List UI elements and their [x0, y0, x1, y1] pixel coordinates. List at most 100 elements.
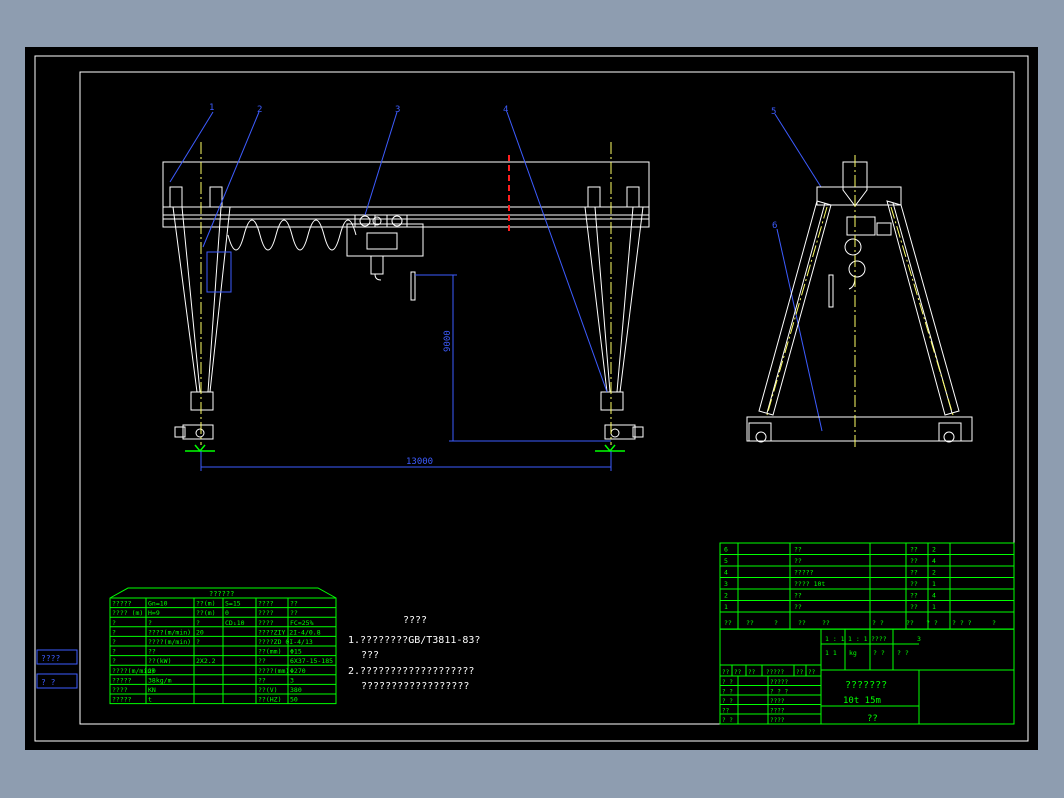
params-cell: S=15	[225, 600, 241, 608]
notes-heading: ????	[403, 615, 427, 626]
parts-cell: 4	[724, 569, 728, 577]
technical-notes: ???? 1.????????GB/T3811-83? ??? 2.??????…	[348, 615, 480, 692]
sign-header-cell: ??	[722, 669, 730, 676]
sign-header-cell: ??	[734, 669, 742, 676]
parts-cell: 4	[932, 592, 936, 600]
sign-header-cell: ??	[796, 669, 804, 676]
parts-cell: 6	[724, 546, 728, 554]
front-elevation	[162, 161, 650, 440]
drawing-spec: 10t 15m	[843, 696, 881, 706]
params-cell: ????ZIY 2I-4/0.8	[258, 628, 321, 636]
title-row2-cell: kg	[849, 649, 857, 657]
parts-header-cell: ??	[798, 619, 806, 627]
params-cell: 20	[148, 667, 156, 675]
params-cell: ?	[148, 619, 152, 627]
params-cell: ?	[196, 638, 200, 646]
sign-header-cell: ??	[808, 669, 816, 676]
params-cell: 6X37-15-185	[290, 657, 333, 665]
height-dimension-label: 9000	[443, 330, 453, 352]
sign-cell: ? ? ?	[770, 689, 788, 696]
params-cell: ?????	[112, 676, 132, 684]
notes-line-1: 1.????????GB/T3811-83?	[348, 635, 480, 646]
params-cell: 0	[225, 609, 229, 617]
sign-cell: ? ?	[722, 717, 733, 724]
params-cell: t	[148, 696, 152, 704]
sign-cell: ?????	[770, 679, 788, 686]
sign-cell: ??	[722, 708, 730, 715]
params-cell: 20	[196, 628, 204, 636]
sign-cell: ? ?	[722, 679, 733, 686]
params-cell: ?????	[112, 696, 132, 704]
params-cell: ??	[148, 648, 156, 656]
params-cell: ???? (m)	[112, 609, 143, 617]
parts-cell: 2	[724, 592, 728, 600]
parts-cell: ??	[910, 569, 918, 577]
cad-drawing: 13000 9000 1 2 3 4 5 6 ???? 1.????????GB…	[34, 55, 1029, 742]
sign-cell: ????	[770, 717, 785, 724]
sign-cell: ? ?	[722, 689, 733, 696]
params-cell: ??(mm)	[258, 648, 281, 656]
balloon-4: 4	[503, 105, 508, 115]
parts-list-table: 6???? 2 5???? 4 4??????? 2 3 ???? 10t?? 1 2???? 4 1…	[719, 542, 1015, 630]
side-tag-2: ? ?	[41, 678, 56, 687]
parts-header-cell: ? ?	[872, 619, 884, 627]
params-table-title: ??????	[209, 590, 234, 598]
params-cell: ????	[112, 686, 128, 694]
params-cell: Φ270	[290, 667, 306, 675]
parts-header-cell: ??	[724, 619, 732, 627]
title-row2-cell: ? ?	[897, 649, 909, 657]
params-cell: FC=25%	[290, 619, 314, 627]
params-cell: ????	[258, 600, 274, 608]
front-centre-lines	[200, 142, 612, 447]
parts-header-cell: ??	[822, 619, 830, 627]
params-cell: CD₁10	[225, 619, 245, 627]
parameters-table: ??????????? Gn=10 ??(m) S=15?????????? (m) H…	[109, 587, 337, 705]
parts-header-cell: ?	[992, 619, 996, 627]
parts-cell: 2	[932, 546, 936, 554]
title-row2-cell: ? ?	[873, 649, 885, 657]
params-cell: ????	[258, 619, 274, 627]
balloon-1: 1	[209, 103, 214, 113]
parts-cell: ??	[910, 603, 918, 611]
sign-cell: ????	[770, 698, 785, 705]
scale-cell: 1 : 1	[825, 635, 845, 643]
dimensions	[200, 274, 612, 471]
params-cell: ??	[290, 609, 298, 617]
parts-header-cell: ??	[746, 619, 754, 627]
params-cell: ??	[258, 676, 266, 684]
params-cell: ????(m/min)	[148, 628, 191, 636]
parts-cell: ?????	[794, 569, 814, 577]
params-cell: ?	[112, 648, 116, 656]
params-cell: 50	[290, 696, 298, 704]
params-cell: ????(mm)	[258, 667, 289, 675]
params-cell: Gn=10	[148, 600, 168, 608]
scale-cell: 3	[917, 635, 921, 643]
parts-header-cell: ? ? ?	[952, 619, 972, 627]
sign-cell: ? ?	[722, 698, 733, 705]
params-cell: ??(kW)	[148, 657, 171, 665]
sign-header-cell: ??	[748, 669, 756, 676]
params-cell: ????ZD 0I-4/13	[258, 638, 313, 646]
drawing-viewport[interactable]: 13000 9000 1 2 3 4 5 6 ???? 1.????????GB…	[25, 47, 1038, 750]
leader-lines	[169, 111, 823, 432]
scale-cell: ????	[871, 635, 887, 643]
parts-cell: 2	[932, 569, 936, 577]
params-cell: H=9	[148, 609, 160, 617]
params-cell: ?	[112, 628, 116, 636]
parts-header-cell: ?	[774, 619, 778, 627]
side-tag-1: ????	[41, 654, 60, 663]
params-cell: ????	[258, 609, 274, 617]
parts-cell: 4	[932, 557, 936, 565]
params-cell: ??(m)	[196, 600, 216, 608]
balloon-2: 2	[257, 105, 262, 115]
parts-cell: ??	[794, 546, 802, 554]
ground-marks	[185, 444, 625, 453]
parts-cell: 1	[932, 580, 936, 588]
parts-cell: 1	[932, 603, 936, 611]
params-cell: ??	[258, 657, 266, 665]
notes-line-3: 2.???????????????????	[348, 666, 474, 677]
parts-cell: ??	[910, 557, 918, 565]
balloon-5: 5	[771, 107, 776, 117]
span-dimension-label: 13000	[406, 457, 433, 467]
params-cell: Φ15	[290, 648, 302, 656]
